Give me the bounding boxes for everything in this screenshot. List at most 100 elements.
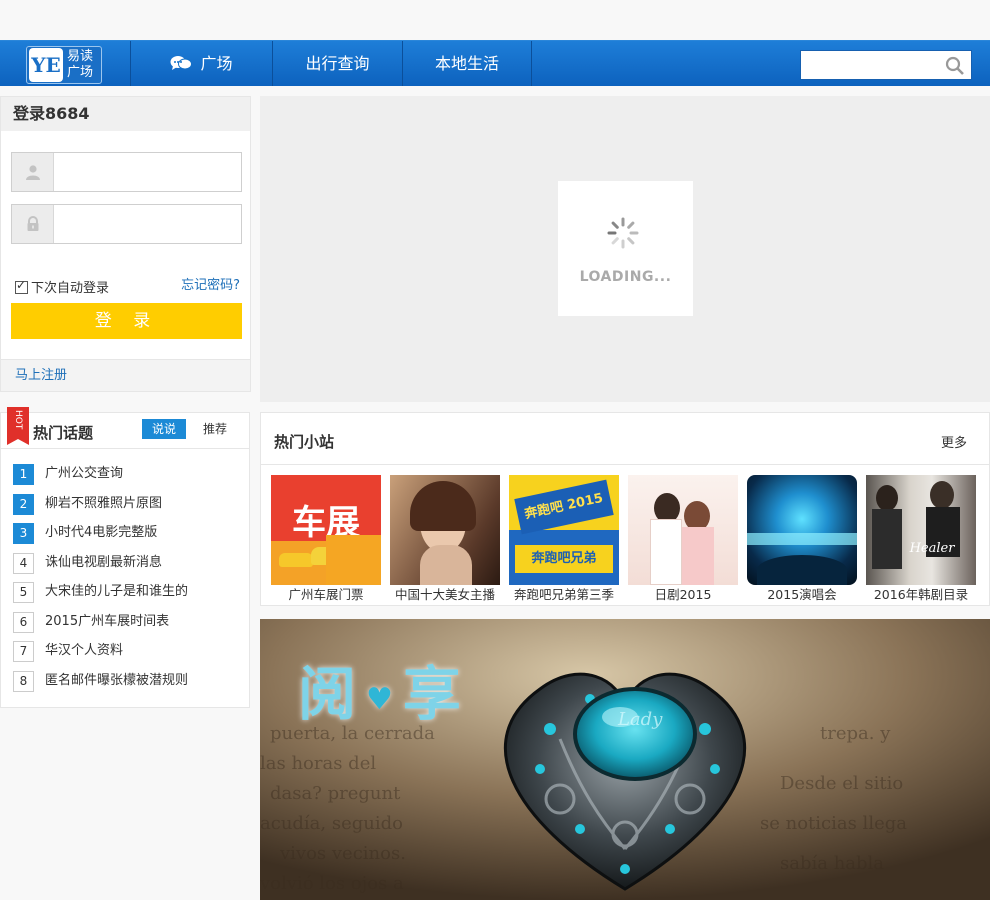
tab-shuoshuo[interactable]: 说说 [142, 419, 186, 439]
topic-link[interactable]: 大宋佳的儿子是和谁生的 [45, 582, 188, 602]
username-field [11, 152, 242, 192]
password-input[interactable] [56, 205, 236, 243]
site-card[interactable]: Healer 2016年韩剧目录 [866, 475, 976, 605]
thumbnail-text: 奔跑吧 2015 [514, 479, 614, 535]
site-card[interactable]: 中国十大美女主播 [390, 475, 500, 605]
feature-image[interactable]: puerta, la cerrada las horas del dasa? p… [260, 619, 990, 900]
site-caption[interactable]: 2015演唱会 [747, 585, 857, 605]
svg-text:Desde el sitio: Desde el sitio [780, 773, 903, 794]
topic-link[interactable]: 匿名邮件曝张檬被潜规则 [45, 671, 188, 691]
hot-sites-header: 热门小站 更多 [261, 413, 989, 465]
svg-text:se noticias llega: se noticias llega [760, 813, 907, 834]
loading-text: LOADING... [579, 269, 672, 285]
search-input[interactable] [801, 51, 941, 79]
hot-badge: HOT [7, 407, 29, 445]
hot-topics-list: 1 广州公交查询 2 柳岩不照雅照片原图 3 小时代4电影完整版 4 诛仙电视剧最新消息… [13, 461, 243, 697]
site-caption[interactable]: 广州车展门票 [271, 585, 381, 605]
list-item[interactable]: 5 大宋佳的儿子是和谁生的 [13, 579, 243, 609]
thumbnail-text: 奔跑吧兄弟 [515, 545, 613, 573]
list-item[interactable]: 2 柳岩不照雅照片原图 [13, 491, 243, 521]
username-input[interactable] [56, 153, 236, 191]
svg-text:dasa? pregunt: dasa? pregunt [270, 783, 401, 804]
rank-number: 4 [13, 552, 34, 574]
site-caption[interactable]: 日剧2015 [628, 585, 738, 605]
svg-text:vivos vecinos.: vivos vecinos. [279, 843, 406, 864]
site-thumbnail[interactable]: Healer [866, 475, 976, 585]
rank-number: 2 [13, 493, 34, 515]
register-link-text[interactable]: 马上注册 [15, 368, 67, 383]
more-link[interactable]: 更多 [941, 432, 967, 451]
login-title: 登录8684 [1, 97, 250, 131]
list-item[interactable]: 7 华汉个人资料 [13, 638, 243, 668]
tab-recommend[interactable]: 推荐 [193, 419, 237, 439]
svg-text:las horas del: las horas del [260, 753, 376, 774]
nav-item-local-life[interactable]: 本地生活 [402, 41, 532, 86]
loading-spinner-icon [607, 217, 639, 249]
rank-number: 1 [13, 464, 34, 485]
site-thumbnail[interactable]: 奔跑吧 2015 奔跑吧兄弟 [509, 475, 619, 585]
rank-number: 6 [13, 611, 34, 633]
register-link: 马上注册 [1, 359, 250, 391]
topic-link[interactable]: 柳岩不照雅照片原图 [45, 494, 162, 514]
site-card[interactable]: 奔跑吧 2015 奔跑吧兄弟 奔跑吧兄弟第三季 [509, 475, 619, 605]
svg-text:volvió los ojos a: volvió los ojos a [260, 873, 404, 894]
topic-link[interactable]: 华汉个人资料 [45, 641, 123, 661]
site-card[interactable]: 车展 广州车展门票 [271, 475, 381, 605]
topic-link[interactable]: 小时代4电影完整版 [45, 523, 157, 543]
topic-link[interactable]: 广州公交查询 [45, 464, 123, 484]
password-field [11, 204, 242, 244]
site-logo[interactable]: YE 易读 广场 [26, 46, 102, 84]
svg-text:trepa. y: trepa. y [820, 723, 891, 744]
nav-item-label: 本地生活 [434, 54, 499, 73]
list-item[interactable]: 1 广州公交查询 [13, 461, 243, 491]
rank-number: 3 [13, 523, 34, 544]
site-card[interactable]: 日剧2015 [628, 475, 738, 605]
svg-text:acudía, seguido: acudía, seguido [260, 813, 403, 834]
site-caption[interactable]: 2016年韩剧目录 [866, 585, 976, 605]
logo-mark: YE [29, 48, 63, 82]
remember-label: 下次自动登录 [31, 281, 110, 296]
remember-checkbox[interactable] [15, 278, 28, 294]
nav-item-square[interactable]: 广场 [130, 41, 272, 86]
user-icon [25, 165, 40, 180]
hot-topics-title: 热门话题 [33, 424, 94, 442]
list-item[interactable]: 6 2015广州车展时间表 [13, 609, 243, 639]
site-caption[interactable]: 奔跑吧兄弟第三季 [509, 585, 619, 605]
top-strip [0, 0, 990, 40]
hot-topics-panel: HOT 热门话题 说说 推荐 1 广州公交查询 2 柳岩不照雅照片原图 3 小时代4电… [0, 407, 250, 708]
feature-watermark: Lady [618, 709, 663, 730]
topic-link[interactable]: 诛仙电视剧最新消息 [45, 553, 162, 573]
site-caption[interactable]: 中国十大美女主播 [390, 585, 500, 605]
logo-text: 易读 广场 [67, 49, 94, 80]
search-box [800, 50, 972, 80]
login-panel: 登录8684 下次自动登录 忘记密码? 登 录 马上注册 [0, 96, 251, 392]
remember-me[interactable]: 下次自动登录 [15, 277, 109, 296]
login-button[interactable]: 登 录 [11, 303, 242, 339]
chat-bubbles-icon [170, 56, 193, 70]
topic-link[interactable]: 2015广州车展时间表 [45, 612, 169, 632]
svg-text:sabía habla: sabía habla [780, 853, 884, 874]
feature-title: 阅 ♥ 享 [298, 660, 461, 728]
hot-topics-header: HOT 热门话题 说说 推荐 [1, 407, 249, 449]
site-thumbnail[interactable]: 车展 [271, 475, 381, 585]
nav-item-label: 广场 [200, 54, 233, 73]
main-navbar: YE 易读 广场 广场 出行查询 本地生活 [0, 40, 990, 86]
thumbnail-text: Healer [909, 541, 955, 556]
site-thumbnail[interactable] [628, 475, 738, 585]
hot-sites-panel: 热门小站 更多 车展 广州车展门票 中国十大美女主播 奔跑吧 2015 奔跑吧兄… [260, 412, 990, 606]
list-item[interactable]: 3 小时代4电影完整版 [13, 520, 243, 550]
search-icon[interactable] [945, 56, 965, 76]
list-item[interactable]: 4 诛仙电视剧最新消息 [13, 550, 243, 580]
nav-item-label: 出行查询 [305, 54, 370, 73]
site-thumbnail[interactable] [390, 475, 500, 585]
lock-icon [27, 216, 38, 231]
banner-slider[interactable]: LOADING... [260, 96, 990, 402]
site-card[interactable]: 2015演唱会 [747, 475, 857, 605]
nav-item-travel[interactable]: 出行查询 [272, 41, 402, 86]
site-thumbnail[interactable] [747, 475, 857, 585]
list-item[interactable]: 8 匿名邮件曝张檬被潜规则 [13, 668, 243, 698]
loading-indicator: LOADING... [558, 181, 693, 316]
rank-number: 7 [13, 641, 34, 662]
forgot-password-link[interactable]: 忘记密码? [181, 274, 240, 293]
rank-number: 8 [13, 670, 34, 692]
